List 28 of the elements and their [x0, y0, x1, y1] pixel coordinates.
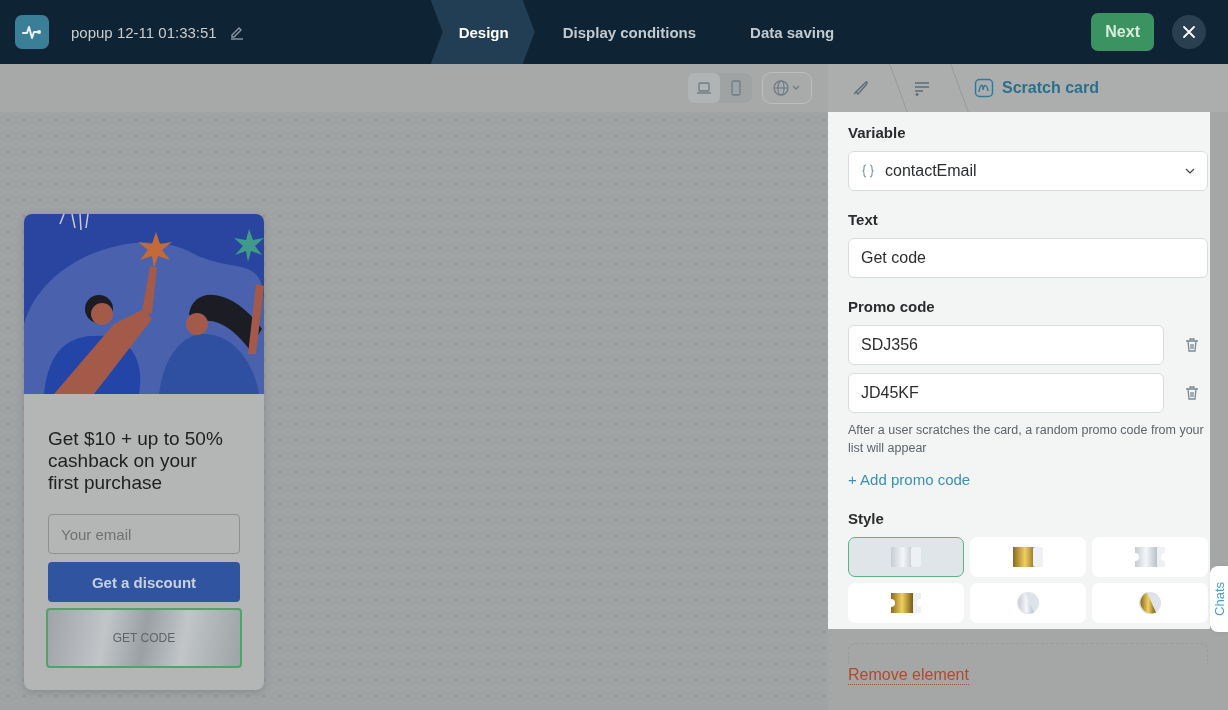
close-button[interactable]	[1172, 15, 1206, 49]
step-tab[interactable]: Design	[430, 0, 535, 64]
hint-text: After a user scratches the card, a random promo code from your list will appear	[848, 422, 1205, 457]
text-field[interactable]: Get code	[848, 238, 1208, 278]
list-icon[interactable]	[913, 80, 931, 96]
field-label: Promo code	[848, 298, 936, 315]
braces-icon	[861, 164, 875, 178]
close-icon	[1182, 25, 1196, 39]
discount-button[interactable]: Get a discount	[48, 562, 240, 602]
promo-code-field[interactable]: SDJ356	[848, 325, 1164, 365]
field-label: Text	[848, 211, 879, 228]
email-field[interactable]: Your email	[48, 514, 240, 554]
scratch-card-icon	[974, 78, 994, 98]
trash-icon[interactable]	[1184, 337, 1200, 353]
caret-icon	[1185, 168, 1195, 174]
popup-title: popup 12-11 01:33:51	[71, 23, 217, 41]
promo-code-field[interactable]: JD45KF	[848, 373, 1164, 413]
breadcrumb-current: Scratch card	[1002, 79, 1099, 97]
laptop-icon[interactable]	[688, 73, 720, 103]
logo-icon[interactable]	[15, 15, 49, 49]
style-option[interactable]	[848, 537, 964, 577]
field-label: Variable	[848, 124, 907, 141]
field-label: Style	[848, 510, 885, 527]
popup-heading: Get $10 + up to 50% cashback on your first purchase	[48, 428, 224, 494]
language-dropdown[interactable]	[762, 72, 812, 104]
variable-select[interactable]: contactEmail	[848, 151, 1208, 191]
globe-icon	[772, 79, 802, 97]
trash-icon[interactable]	[1184, 385, 1200, 401]
